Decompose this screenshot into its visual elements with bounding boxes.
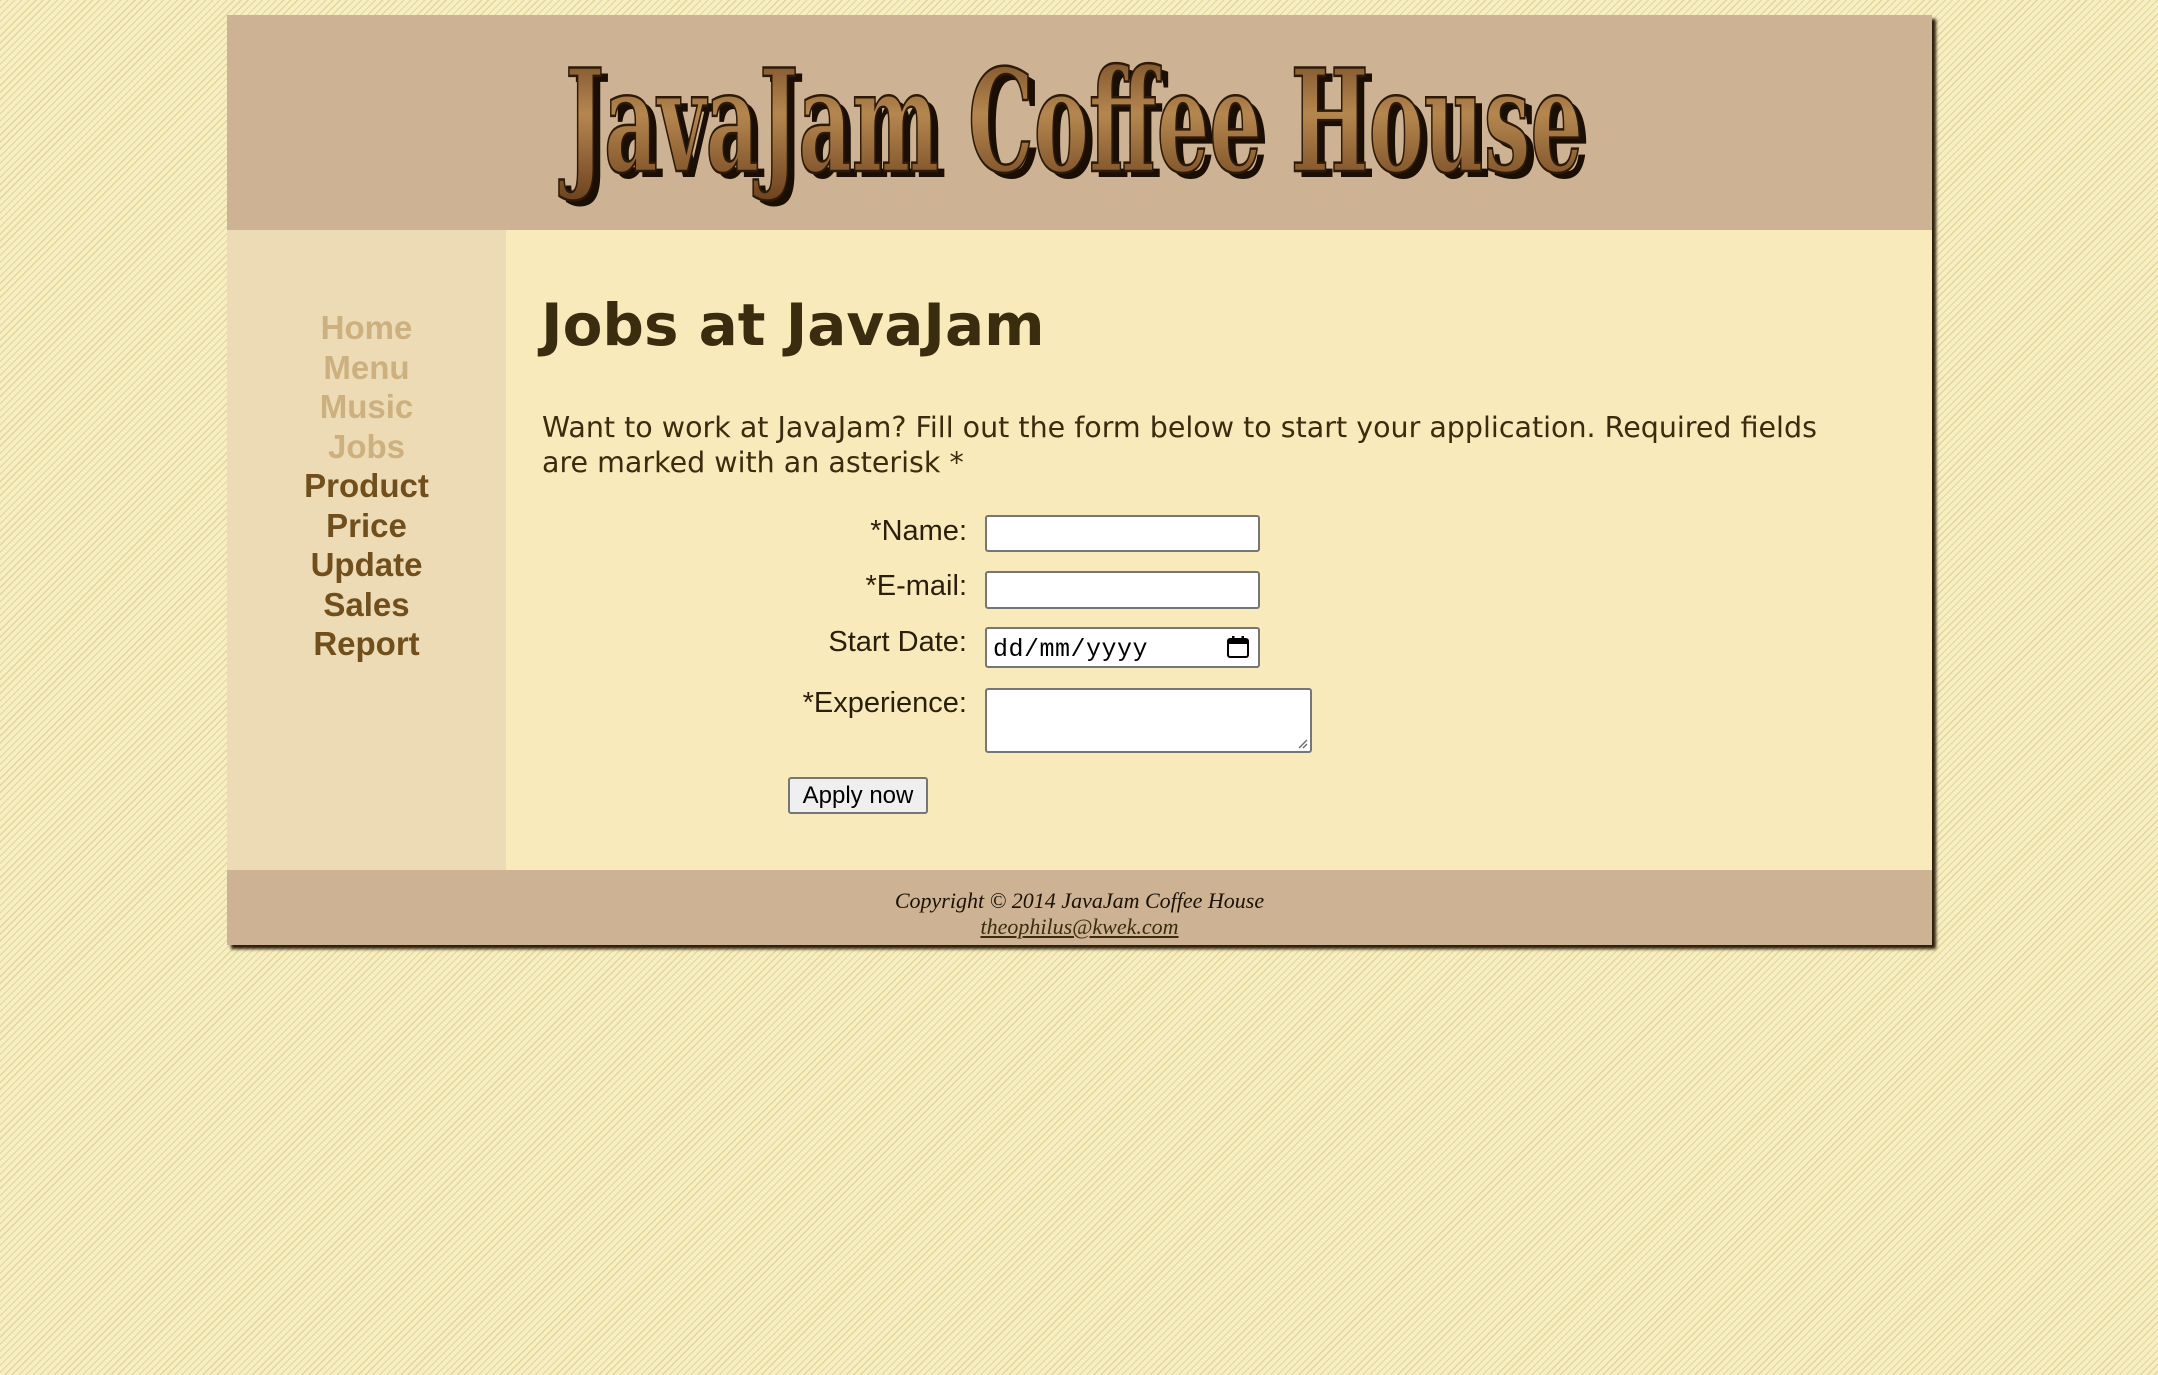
copyright-text: Copyright © 2014 JavaJam Coffee House [894, 888, 1265, 913]
email-label: *E-mail: [865, 570, 967, 602]
nav-item-menu: Menu [227, 348, 506, 388]
form-labels: *Name: *E-mail: Start Date: *Experience: [506, 230, 967, 870]
site-logo[interactable]: JavaJam Coffee House JavaJam Coffee Hous… [227, 15, 1932, 230]
experience-label: *Experience: [802, 687, 967, 719]
nav-item-report: Report [227, 624, 506, 664]
nav-item-music: Music [227, 387, 506, 427]
footer-email-row: theophilus@kwek.com [227, 914, 1932, 940]
resize-grip-icon[interactable] [1296, 737, 1308, 749]
nav-link-price[interactable]: Price [326, 507, 407, 544]
start-date-input[interactable]: dd/mm/yyyy [985, 627, 1260, 668]
nav-link-product[interactable]: Product [304, 467, 429, 504]
page-wrapper: JavaJam Coffee House JavaJam Coffee Hous… [227, 15, 1932, 945]
nav-link-update[interactable]: Update [311, 546, 423, 583]
nav-item-home: Home [227, 308, 506, 348]
nav-link-home[interactable]: Home [321, 309, 413, 346]
header: JavaJam Coffee House JavaJam Coffee Hous… [227, 15, 1932, 230]
nav-item-sales: Sales [227, 585, 506, 625]
start-date-label: Start Date: [828, 626, 967, 658]
nav-item-jobs: Jobs [227, 427, 506, 467]
contact-email-link[interactable]: theophilus@kwek.com [980, 914, 1178, 939]
nav-item-price: Price [227, 506, 506, 546]
calendar-icon[interactable] [1226, 635, 1250, 659]
apply-now-button[interactable]: Apply now [788, 777, 928, 814]
nav-link-music[interactable]: Music [320, 388, 414, 425]
nav-list: Home Menu Music Jobs Product Price Updat… [227, 308, 506, 664]
logo-text: JavaJam Coffee House [559, 39, 1583, 205]
main-content: Jobs at JavaJam Want to work at JavaJam?… [506, 230, 1932, 870]
name-input[interactable] [985, 515, 1260, 552]
date-placeholder: dd/mm/yyyy [993, 635, 1149, 664]
nav-link-menu[interactable]: Menu [323, 349, 409, 386]
nav-item-product: Product [227, 466, 506, 506]
name-label: *Name: [870, 515, 967, 547]
sidebar-nav: Home Menu Music Jobs Product Price Updat… [227, 230, 506, 870]
nav-link-jobs[interactable]: Jobs [328, 428, 405, 465]
nav-link-report[interactable]: Report [313, 625, 419, 662]
nav-item-update: Update [227, 545, 506, 585]
footer: Copyright © 2014 JavaJam Coffee House th… [227, 870, 1932, 945]
experience-textarea[interactable] [985, 688, 1312, 753]
nav-link-sales[interactable]: Sales [323, 586, 409, 623]
email-input[interactable] [985, 571, 1260, 609]
